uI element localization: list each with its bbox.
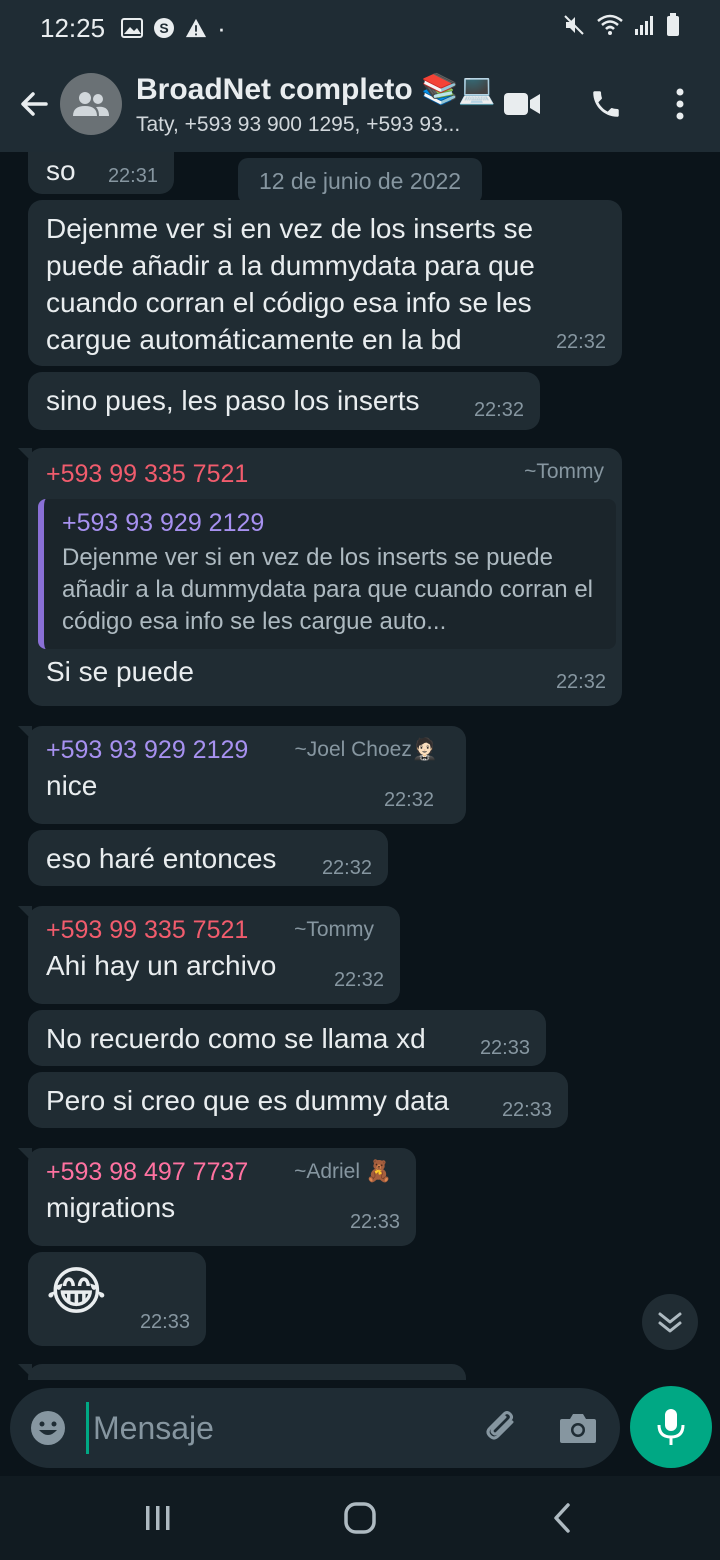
message-time: 22:32	[321, 857, 372, 879]
signal-icon	[634, 14, 656, 42]
battery-icon	[666, 13, 680, 43]
message-bubble[interactable]: Pero si creo que es dummy data 22:33	[28, 1072, 568, 1128]
message-text: migrations	[46, 1192, 176, 1223]
voice-call-button[interactable]	[582, 80, 630, 128]
phone-icon	[593, 91, 619, 117]
attach-icon	[486, 1411, 514, 1440]
home-icon	[344, 1502, 376, 1534]
chat-title-area[interactable]: BroadNet completo 📚💻 Taty, +593 93 900 1…	[136, 72, 496, 137]
message-text: sino pues, les paso los inserts	[46, 385, 420, 416]
message-text: Ahi hay un archivo	[46, 950, 277, 981]
more-options-button[interactable]	[656, 80, 704, 128]
back-arrow-icon	[21, 92, 48, 116]
message-bubble[interactable]: +593 99 335 7521 ~Tommy +593 93 929 2129…	[18, 448, 622, 706]
message-text: Dejenme ver si en vez de los inserts se …	[46, 213, 535, 355]
chat-participants: Taty, +593 93 900 1295, +593 93...	[136, 112, 461, 136]
message-bubble[interactable]: Dejenme ver si en vez de los inserts se …	[28, 200, 622, 366]
sender-alias: ~Tommy	[294, 918, 374, 941]
status-bar: 12:25 S ·	[0, 0, 720, 56]
wifi-icon	[596, 13, 624, 43]
mic-icon	[657, 1409, 685, 1445]
sender-alias: ~Joel Choez🤵🏻	[294, 738, 438, 761]
message-text: Si se puede	[46, 656, 194, 687]
voice-message-button[interactable]	[630, 1386, 712, 1468]
chat-title: BroadNet completo 📚💻	[136, 72, 496, 106]
message-bubble[interactable]: 😂 22:33	[28, 1252, 206, 1346]
camera-button[interactable]	[556, 1406, 600, 1450]
sender-alias: ~Tommy	[524, 460, 604, 483]
message-list[interactable]: so 22:31 12 de junio de 2022 Dejenme ver…	[0, 152, 720, 1380]
message-bubble-partial[interactable]	[18, 1364, 466, 1380]
message-bubble[interactable]: No recuerdo como se llama xd 22:33	[28, 1010, 546, 1066]
message-bubble[interactable]: so 22:31	[28, 152, 174, 194]
s-app-icon: S	[153, 17, 175, 39]
message-bubble[interactable]: +593 93 929 2129 ~Joel Choez🤵🏻 nice 22:3…	[18, 726, 466, 824]
group-avatar-icon	[73, 92, 109, 116]
composer-field-container	[10, 1388, 620, 1468]
message-bubble[interactable]: +593 98 497 7737 ~Adriel 🧸 migrations 22…	[18, 1148, 416, 1246]
recents-icon	[146, 1506, 170, 1530]
quoted-message[interactable]: +593 93 929 2129 Dejenme ver si en vez d…	[38, 499, 616, 649]
quoted-text: Dejenme ver si en vez de los inserts se …	[62, 544, 593, 635]
message-time: 22:31	[107, 165, 158, 187]
message-time: 22:33	[479, 1037, 530, 1059]
gallery-icon	[121, 17, 144, 39]
group-avatar[interactable]	[60, 73, 122, 135]
composer-bar	[0, 1380, 720, 1476]
scroll-down-button[interactable]	[642, 1294, 698, 1350]
recents-button[interactable]	[136, 1496, 180, 1540]
message-bubble[interactable]: eso haré entonces 22:32	[28, 830, 388, 886]
message-time: 22:32	[555, 331, 606, 353]
camera-icon	[560, 1414, 596, 1443]
message-time: 22:33	[349, 1211, 400, 1233]
message-time: 22:33	[501, 1099, 552, 1121]
emoji-icon	[31, 1411, 65, 1445]
message-time: 22:32	[333, 969, 384, 991]
message-time: 22:33	[139, 1311, 190, 1333]
sender-alias: ~Adriel 🧸	[294, 1160, 392, 1183]
video-call-icon	[504, 93, 540, 115]
video-call-button[interactable]	[498, 80, 546, 128]
status-dot: ·	[217, 12, 226, 43]
status-time: 12:25	[40, 12, 106, 43]
message-time: 22:32	[555, 671, 606, 693]
scroll-down-icon	[658, 1312, 682, 1333]
system-back-button[interactable]	[540, 1496, 584, 1540]
message-text: No recuerdo como se llama xd	[46, 1023, 426, 1054]
message-text: Pero si creo que es dummy data	[46, 1085, 450, 1116]
home-button[interactable]	[338, 1496, 382, 1540]
svg-text:S: S	[159, 20, 168, 36]
message-input[interactable]	[86, 1402, 466, 1454]
mute-icon	[562, 13, 586, 43]
message-bubble[interactable]: sino pues, les paso los inserts 22:32	[28, 372, 540, 430]
date-chip: 12 de junio de 2022	[238, 158, 482, 204]
message-time: 22:32	[473, 399, 524, 421]
back-button[interactable]	[8, 78, 60, 130]
message-time: 22:32	[383, 789, 434, 811]
emoji-button[interactable]	[26, 1406, 70, 1450]
more-vert-icon	[676, 88, 684, 120]
quoted-sender: +593 93 929 2129	[62, 509, 265, 537]
warning-icon	[185, 17, 207, 39]
attach-button[interactable]	[480, 1406, 524, 1450]
message-bubble[interactable]: +593 99 335 7521 ~Tommy Ahi hay un archi…	[18, 906, 400, 1004]
chat-header: BroadNet completo 📚💻 Taty, +593 93 900 1…	[0, 56, 720, 152]
chevron-left-icon	[554, 1503, 570, 1533]
system-nav-bar	[0, 1476, 720, 1560]
